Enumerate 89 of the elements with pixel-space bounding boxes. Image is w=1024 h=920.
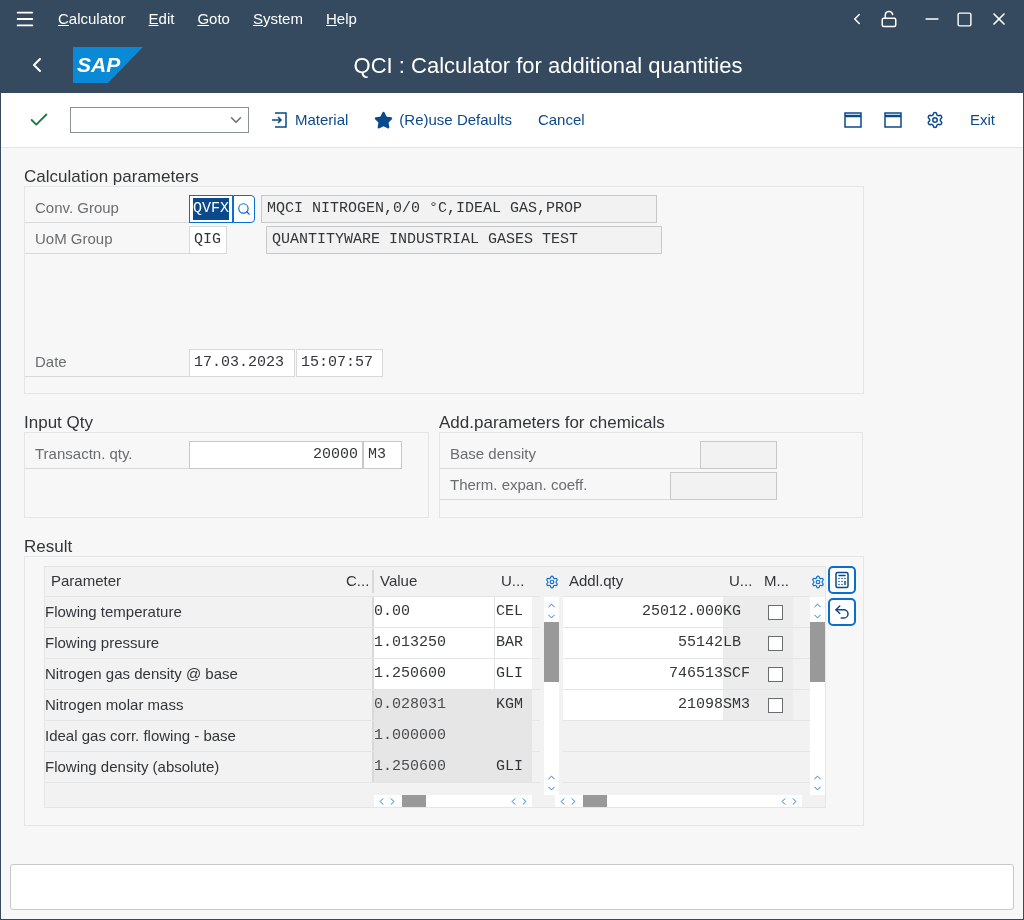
- value-cell[interactable]: 1.013250: [374, 628, 495, 658]
- column-header[interactable]: C...: [340, 570, 374, 593]
- unit-cell: SM3: [723, 690, 758, 720]
- scrollbar-thumb[interactable]: [810, 622, 825, 682]
- unit-field[interactable]: M3: [363, 441, 402, 469]
- value-cell[interactable]: 1.250600: [374, 659, 495, 689]
- toolbar-button[interactable]: (Re)use Defaults: [374, 108, 512, 132]
- search-icon: [237, 202, 251, 216]
- scrollbar[interactable]: [810, 597, 825, 795]
- menu-item[interactable]: Edit: [148, 7, 175, 31]
- unit-cell: GLI: [495, 659, 532, 689]
- value-cell: 0.028031: [374, 690, 495, 720]
- calculator-icon: [833, 571, 851, 589]
- exit-button[interactable]: Exit: [970, 108, 995, 132]
- quantity-cell: 55142: [563, 628, 723, 658]
- unit-cell: LB: [723, 628, 758, 658]
- column-header[interactable]: U...: [495, 570, 532, 593]
- field-label: Therm. expan. coeff.: [449, 474, 588, 495]
- scrollbar-thumb[interactable]: [402, 795, 426, 807]
- horizontal-scrollbar[interactable]: [374, 795, 532, 807]
- settings-icon[interactable]: [544, 575, 559, 589]
- quantity-cell: 25012.000: [563, 597, 723, 627]
- conv-group-field[interactable]: QVFX: [189, 195, 233, 223]
- column-header[interactable]: Parameter: [45, 570, 340, 593]
- scrollbar[interactable]: [544, 597, 559, 795]
- toolbar-button[interactable]: Cancel: [537, 108, 585, 132]
- menu-item[interactable]: Help: [325, 7, 357, 31]
- section-title: Result: [24, 536, 74, 556]
- checkbox[interactable]: [768, 635, 783, 651]
- description-field: QUANTITYWARE INDUSTRIAL GASES TEST: [266, 226, 662, 254]
- scrollbar-thumb[interactable]: [544, 622, 559, 682]
- unit-cell: GLI: [495, 752, 532, 782]
- window-icon[interactable]: [844, 112, 862, 128]
- menu-item[interactable]: Calculator: [58, 7, 126, 31]
- table-cell-text: Flowing pressure: [45, 632, 161, 653]
- column-header[interactable]: U...: [723, 570, 758, 593]
- field-label: UoM Group: [34, 228, 113, 249]
- description-field: MQCI NITROGEN,0/0 °C,IDEAL GAS,PROP: [261, 195, 657, 223]
- field-label: Transactn. qty.: [34, 443, 133, 464]
- checkbox[interactable]: [768, 666, 783, 682]
- table-cell-text: Nitrogen gas density @ base: [45, 663, 239, 684]
- quantity-field[interactable]: 20000: [189, 441, 363, 469]
- table-cell-text: Ideal gas corr. flowing - base: [45, 725, 237, 746]
- menu-item[interactable]: System: [252, 7, 303, 31]
- checkbox[interactable]: [768, 604, 783, 620]
- unlock-icon[interactable]: [880, 10, 898, 28]
- scrollbar-thumb[interactable]: [583, 795, 607, 807]
- uom-group-field[interactable]: QIG: [189, 226, 227, 254]
- checkbox[interactable]: [768, 697, 783, 713]
- toolbar-button[interactable]: Material: [269, 108, 349, 132]
- table-cell-text: Flowing temperature: [45, 601, 183, 622]
- menu-item[interactable]: Goto: [197, 7, 230, 31]
- unit-cell: SCF: [723, 659, 758, 689]
- time-field[interactable]: 15:07:57: [296, 349, 383, 377]
- star-icon: [374, 110, 394, 130]
- value-cell: 1.250600: [374, 752, 495, 782]
- horizontal-scrollbar[interactable]: [555, 795, 802, 807]
- settings-icon[interactable]: [926, 111, 944, 129]
- navigate-icon: [269, 110, 289, 130]
- date-field[interactable]: 17.03.2023: [189, 349, 295, 377]
- page-title: QCI : Calculator for additional quantities: [353, 51, 743, 80]
- column-header[interactable]: M...: [758, 570, 793, 593]
- section-title: Calculation parameters: [24, 166, 200, 186]
- unit-cell: KG: [723, 597, 758, 627]
- column-header[interactable]: Value: [374, 570, 495, 593]
- column-header[interactable]: Addl.qty: [563, 570, 723, 593]
- quantity-cell: 746513: [563, 659, 723, 689]
- table-cell-text: Nitrogen molar mass: [45, 694, 185, 715]
- maximize-icon[interactable]: [956, 10, 973, 28]
- search-help-button[interactable]: [233, 195, 255, 223]
- window-icon[interactable]: [884, 112, 902, 128]
- table-cell-text: Flowing density (absolute): [45, 756, 221, 777]
- sap-logo: SAP: [73, 47, 143, 83]
- field-label: Base density: [449, 443, 536, 464]
- section-title: Input Qty: [24, 412, 94, 432]
- field-label: Conv. Group: [34, 197, 119, 218]
- calculator-button[interactable]: [828, 566, 856, 594]
- undo-button[interactable]: [828, 598, 856, 626]
- unit-cell: CEL: [495, 597, 532, 627]
- unit-cell: BAR: [495, 628, 532, 658]
- section-title: Add.parameters for chemicals: [439, 412, 666, 432]
- unit-cell: KGM: [495, 690, 532, 720]
- settings-icon[interactable]: [810, 575, 825, 589]
- undo-icon: [833, 603, 851, 621]
- command-field[interactable]: [70, 107, 249, 133]
- quantity-cell: 21098: [563, 690, 723, 720]
- value-cell[interactable]: 0.00: [374, 597, 495, 627]
- value-cell: 1.000000: [374, 721, 495, 751]
- field-label: Date: [34, 351, 67, 372]
